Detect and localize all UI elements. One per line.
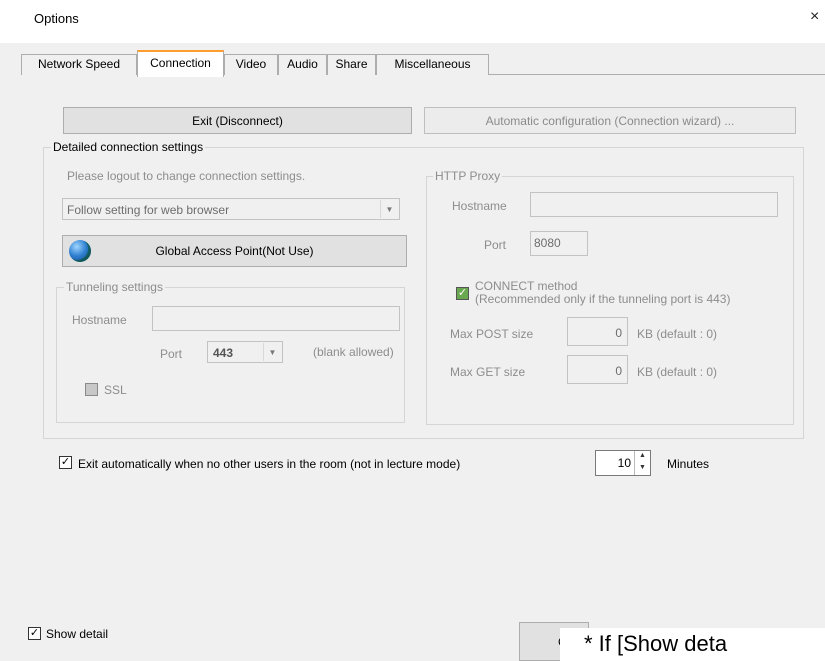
max-get-size-unit: KB (default : 0) bbox=[637, 365, 718, 379]
automatic-configuration-button[interactable]: Automatic configuration (Connection wiza… bbox=[424, 107, 796, 134]
logout-note: Please logout to change connection setti… bbox=[67, 169, 306, 183]
browser-setting-combobox[interactable]: Follow setting for web browser ▼ bbox=[62, 198, 400, 220]
caption-overlay: * If [Show deta bbox=[560, 628, 825, 661]
tunneling-hostname-input[interactable] bbox=[152, 306, 400, 331]
tab-connection[interactable]: Connection bbox=[137, 50, 224, 77]
global-access-point-button[interactable]: Global Access Point(Not Use) bbox=[62, 235, 407, 267]
spin-up-icon[interactable]: ▲ bbox=[635, 451, 650, 463]
exit-disconnect-label: Exit (Disconnect) bbox=[192, 113, 283, 128]
window-title: Options bbox=[34, 11, 79, 26]
minutes-spin-buttons: ▲ ▼ bbox=[634, 451, 650, 475]
tab-audio[interactable]: Audio bbox=[278, 54, 327, 75]
max-get-size-label: Max GET size bbox=[450, 365, 526, 379]
minutes-spinner[interactable]: 10 ▲ ▼ bbox=[595, 450, 651, 476]
tunneling-port-label: Port bbox=[160, 347, 183, 361]
auto-exit-checkbox[interactable]: ✓ bbox=[59, 456, 72, 469]
tunneling-settings-legend: Tunneling settings bbox=[64, 280, 165, 294]
tab-share[interactable]: Share bbox=[327, 54, 376, 75]
close-icon[interactable]: × bbox=[810, 8, 825, 26]
detailed-connection-settings-legend: Detailed connection settings bbox=[51, 140, 206, 154]
automatic-configuration-label: Automatic configuration (Connection wiza… bbox=[485, 113, 735, 128]
http-proxy-legend: HTTP Proxy bbox=[433, 169, 503, 183]
tab-network-speed[interactable]: Network Speed bbox=[21, 54, 137, 75]
browser-setting-value: Follow setting for web browser bbox=[67, 203, 230, 217]
max-post-size-unit: KB (default : 0) bbox=[637, 327, 718, 341]
connect-method-label: CONNECT method (Recommended only if the … bbox=[475, 280, 730, 306]
spin-down-icon[interactable]: ▼ bbox=[635, 463, 650, 475]
proxy-hostname-input[interactable] bbox=[530, 192, 778, 217]
ssl-checkbox[interactable] bbox=[85, 383, 98, 396]
minutes-value: 10 bbox=[617, 456, 631, 470]
minutes-label: Minutes bbox=[667, 457, 710, 471]
tunneling-hostname-label: Hostname bbox=[72, 313, 127, 327]
proxy-port-label: Port bbox=[484, 238, 507, 252]
max-get-size-input[interactable]: 0 bbox=[567, 355, 628, 384]
max-post-size-input[interactable]: 0 bbox=[567, 317, 628, 346]
max-post-size-label: Max POST size bbox=[450, 327, 534, 341]
connect-method-note: (Recommended only if the tunneling port … bbox=[475, 292, 731, 306]
check-icon: ✓ bbox=[29, 627, 40, 639]
show-detail-label: Show detail bbox=[46, 627, 109, 641]
tunneling-port-value: 443 bbox=[213, 346, 234, 360]
exit-disconnect-button[interactable]: Exit (Disconnect) bbox=[63, 107, 412, 134]
proxy-port-input[interactable]: 8080 bbox=[530, 231, 588, 256]
check-icon: ✓ bbox=[457, 287, 468, 299]
caption-text: * If [Show deta bbox=[584, 631, 728, 656]
tab-video[interactable]: Video bbox=[224, 54, 278, 75]
check-icon: ✓ bbox=[60, 456, 71, 468]
tunneling-port-combobox[interactable]: 443 ▼ bbox=[207, 341, 283, 363]
tab-miscellaneous[interactable]: Miscellaneous bbox=[376, 54, 489, 75]
connect-method-checkbox[interactable]: ✓ bbox=[456, 287, 469, 300]
blank-allowed-note: (blank allowed) bbox=[313, 345, 394, 359]
show-detail-checkbox[interactable]: ✓ bbox=[28, 627, 41, 640]
global-access-point-label: Global Access Point(Not Use) bbox=[155, 244, 314, 258]
chevron-down-icon: ▼ bbox=[380, 200, 398, 218]
proxy-hostname-label: Hostname bbox=[452, 199, 507, 213]
auto-exit-label: Exit automatically when no other users i… bbox=[78, 457, 461, 471]
chevron-down-icon: ▼ bbox=[263, 343, 281, 361]
ssl-label: SSL bbox=[104, 383, 127, 397]
globe-icon bbox=[69, 240, 91, 262]
